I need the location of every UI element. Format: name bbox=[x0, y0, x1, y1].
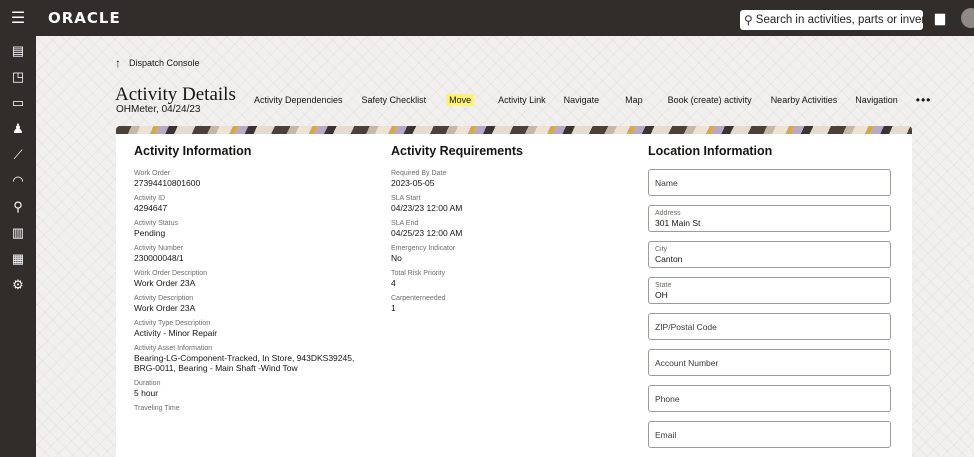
name-field[interactable]: Name bbox=[648, 169, 891, 196]
section-heading: Location Information bbox=[648, 144, 773, 158]
gauge-icon[interactable]: ◠ bbox=[0, 168, 36, 194]
details-card: Activity Information Work Order 27394410… bbox=[116, 134, 912, 457]
activity-list-icon[interactable]: ▤ bbox=[0, 38, 36, 64]
tab-navigate[interactable]: Navigate bbox=[564, 95, 600, 105]
user-avatar[interactable] bbox=[961, 8, 974, 28]
phone-field[interactable]: Phone bbox=[648, 385, 891, 412]
page-title: Activity Details bbox=[115, 84, 236, 105]
activity-information-section: Activity Information Work Order 27394410… bbox=[134, 144, 374, 419]
search-icon: ⚲ bbox=[744, 13, 753, 27]
map-icon[interactable]: ▥ bbox=[0, 220, 36, 246]
account-number-field[interactable]: Account Number bbox=[648, 349, 891, 376]
address-field[interactable]: Address 301 Main St bbox=[648, 205, 891, 232]
zip-postal-code-field[interactable]: ZIP/Postal Code bbox=[648, 313, 891, 340]
routing-icon[interactable]: ⚲ bbox=[0, 194, 36, 220]
hamburger-menu-icon[interactable]: ☰ bbox=[0, 0, 36, 36]
location-information-section: Location Information Name Address 301 Ma… bbox=[648, 144, 894, 457]
field-activity-type-description: Activity Type Description Activity - Min… bbox=[134, 320, 218, 338]
breadcrumb[interactable]: ↑ Dispatch Console bbox=[115, 56, 200, 70]
tab-navigation[interactable]: Navigation bbox=[855, 95, 898, 105]
action-tabs: Activity Dependencies Safety Checklist M… bbox=[254, 93, 931, 107]
activity-requirements-section: Activity Requirements Required By Date 2… bbox=[391, 144, 611, 319]
field-carpenterneeded: Carpenterneeded 1 bbox=[391, 295, 446, 313]
field-total-risk-priority: Total Risk Priority 4 bbox=[391, 270, 446, 288]
tab-map[interactable]: Map bbox=[625, 95, 643, 105]
oracle-logo: ORACLE bbox=[48, 9, 121, 27]
section-heading: Activity Requirements bbox=[391, 144, 523, 158]
field-emergency-indicator: Emergency Indicator No bbox=[391, 245, 456, 263]
breadcrumb-label: Dispatch Console bbox=[129, 58, 200, 68]
arrow-up-icon: ↑ bbox=[115, 56, 121, 70]
dispatch-console-icon[interactable]: ◳ bbox=[0, 64, 36, 90]
resources-icon[interactable]: ♟ bbox=[0, 116, 36, 142]
field-activity-number: Activity Number 230000048/1 bbox=[134, 245, 184, 263]
tab-activity-dependencies[interactable]: Activity Dependencies bbox=[254, 95, 343, 105]
field-duration: Duration 5 hour bbox=[134, 380, 161, 398]
field-work-order: Work Order 27394410801600 bbox=[134, 170, 201, 188]
more-actions-icon[interactable]: ••• bbox=[916, 93, 932, 107]
section-heading: Activity Information bbox=[134, 144, 252, 158]
state-field[interactable]: State OH bbox=[648, 277, 891, 304]
top-bar: ☰ ORACLE ⚲ ▆ bbox=[0, 0, 974, 36]
chat-icon[interactable]: ▆ bbox=[932, 10, 948, 26]
page-subtitle: OHMeter, 04/24/23 bbox=[116, 104, 201, 115]
calendar-icon[interactable]: ▦ bbox=[0, 246, 36, 272]
global-search[interactable]: ⚲ bbox=[740, 10, 923, 30]
city-field[interactable]: City Canton bbox=[648, 241, 891, 268]
field-required-by-date: Required By Date 2023-05-05 bbox=[391, 170, 447, 188]
search-input[interactable] bbox=[755, 14, 923, 26]
analytics-icon[interactable]: ⟋ bbox=[0, 142, 36, 168]
field-work-order-description: Work Order Description Work Order 23A bbox=[134, 270, 208, 288]
settings-icon[interactable]: ⚙ bbox=[0, 272, 36, 298]
tab-activity-link[interactable]: Activity Link bbox=[498, 95, 546, 105]
tab-nearby-activities[interactable]: Nearby Activities bbox=[771, 95, 838, 105]
field-activity-id: Activity ID 4294647 bbox=[134, 195, 168, 213]
tab-book-activity[interactable]: Book (create) activity bbox=[668, 95, 752, 105]
main-content: ↑ Dispatch Console Activity Details OHMe… bbox=[36, 36, 974, 457]
field-sla-start: SLA Start 04/23/23 12:00 AM bbox=[391, 195, 463, 213]
field-sla-end: SLA End 04/25/23 12:00 AM bbox=[391, 220, 463, 238]
field-traveling-time: Traveling Time bbox=[134, 405, 180, 412]
field-activity-asset-information: Activity Asset Information Bearing-LG-Co… bbox=[134, 345, 355, 373]
tab-move[interactable]: Move bbox=[446, 94, 475, 106]
field-activity-status: Activity Status Pending bbox=[134, 220, 178, 238]
email-field[interactable]: Email bbox=[648, 421, 891, 448]
side-navigation: ▤ ◳ ▭ ♟ ⟋ ◠ ⚲ ▥ ▦ ⚙ bbox=[0, 36, 36, 457]
monitor-icon[interactable]: ▭ bbox=[0, 90, 36, 116]
tab-safety-checklist[interactable]: Safety Checklist bbox=[362, 95, 427, 105]
field-activity-description: Activity Description Work Order 23A bbox=[134, 295, 196, 313]
